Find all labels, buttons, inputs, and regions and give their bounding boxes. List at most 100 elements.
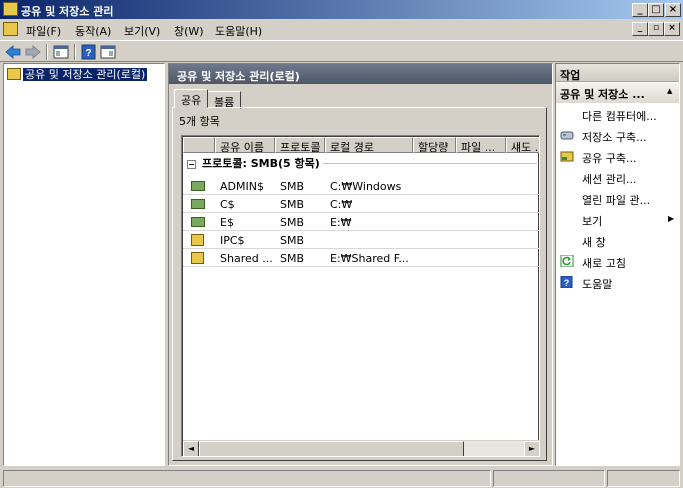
menu-file[interactable]: 파일(F) <box>26 23 61 39</box>
action-manage-sessions[interactable]: 세션 관리... <box>556 167 679 188</box>
group-label: 프로토콜: SMB(5 항목) <box>202 157 320 170</box>
cell-protocol: SMB <box>280 234 305 247</box>
action-view[interactable]: 보기 ▶ <box>556 209 679 230</box>
show-hide-console-tree-button[interactable] <box>52 44 70 60</box>
collapse-arrow-icon[interactable]: ▲ <box>667 87 672 95</box>
action-label: 저장소 구축... <box>582 131 647 144</box>
scroll-left-button[interactable]: ◄ <box>183 441 199 456</box>
action-provision-share[interactable]: 공유 구축... <box>556 146 679 167</box>
help-button[interactable]: ? <box>80 44 98 60</box>
horizontal-scrollbar[interactable]: ◄ ► <box>183 440 539 456</box>
share-icon <box>191 217 205 227</box>
action-label: 열린 파일 관... <box>582 194 651 207</box>
action-connect-other-computer[interactable]: 다른 컴퓨터에... <box>556 104 679 125</box>
action-label: 공유 구축... <box>582 152 637 165</box>
column-header-share-name[interactable]: 공유 이름 <box>215 137 275 153</box>
action-help[interactable]: ? 도움말 <box>556 272 679 293</box>
tab-shares[interactable]: 공유 <box>174 89 209 108</box>
cell-protocol: SMB <box>280 216 305 229</box>
table-row[interactable]: Shared ... SMB E:₩Shared F... <box>183 249 539 267</box>
action-label: 다른 컴퓨터에... <box>582 110 657 123</box>
refresh-icon <box>560 255 574 267</box>
share-storage-icon <box>7 68 21 80</box>
collapse-icon[interactable]: − <box>187 160 196 169</box>
group-header-smb[interactable]: − 프로토콜: SMB(5 항목) <box>187 155 320 171</box>
mdi-minimize-button[interactable]: _ <box>632 22 648 36</box>
action-label: 보기 <box>582 215 603 228</box>
mdi-close-button[interactable]: × <box>664 22 680 36</box>
tree-item-share-storage-management[interactable]: 공유 및 저장소 관리(로컬) <box>7 66 148 82</box>
submenu-arrow-icon: ▶ <box>668 214 675 223</box>
share-folder-icon <box>560 151 574 162</box>
status-segment <box>3 470 491 487</box>
tab-panel: 5개 항목 공유 이름 프로토콜 로컬 경로 할당량 파일 ... 섀도 ...… <box>172 107 547 461</box>
share-icon <box>191 181 205 191</box>
scroll-thumb[interactable] <box>199 441 464 456</box>
ipc-share-icon <box>191 234 204 246</box>
mdi-restore-button[interactable]: ▫ <box>648 22 664 36</box>
action-manage-open-files[interactable]: 열린 파일 관... <box>556 188 679 209</box>
cell-protocol: SMB <box>280 198 305 211</box>
menu-action[interactable]: 동작(A) <box>75 23 111 39</box>
shared-folder-icon <box>191 252 204 264</box>
table-row[interactable]: E$ SMB E:₩ <box>183 213 539 231</box>
cell-share-name: IPC$ <box>220 234 245 247</box>
actions-header: 작업 <box>556 64 679 82</box>
cell-share-name: C$ <box>220 198 235 211</box>
console-icon[interactable] <box>3 22 18 36</box>
table-row[interactable]: IPC$ SMB <box>183 231 539 249</box>
table-row[interactable]: C$ SMB C:₩ <box>183 195 539 213</box>
forward-arrow-icon <box>25 45 41 59</box>
forward-button[interactable] <box>24 44 42 60</box>
scroll-right-button[interactable]: ► <box>524 441 539 456</box>
show-hide-action-pane-icon <box>100 45 116 59</box>
status-bar <box>0 468 683 488</box>
column-header-quota[interactable]: 할당량 <box>413 137 456 153</box>
menu-help[interactable]: 도움말(H) <box>215 23 262 39</box>
restore-button[interactable]: □ <box>648 3 664 17</box>
show-hide-console-tree-icon <box>53 45 69 59</box>
status-segment <box>607 470 680 487</box>
action-label: 세션 관리... <box>582 173 637 186</box>
action-refresh[interactable]: 새로 고침 <box>556 251 679 272</box>
window-title: 공유 및 저장소 관리 <box>21 5 114 18</box>
svg-text:?: ? <box>85 48 91 59</box>
cell-share-name: E$ <box>220 216 234 229</box>
action-new-window[interactable]: 새 창 <box>556 230 679 251</box>
shares-list[interactable]: 공유 이름 프로토콜 로컬 경로 할당량 파일 ... 섀도 ... −프로토콜… <box>181 135 540 457</box>
close-button[interactable]: × <box>665 3 681 17</box>
actions-pane: 작업 공유 및 저장소 ... ▲ 다른 컴퓨터에... 저장소 구축... 공… <box>555 63 680 466</box>
minimize-button[interactable]: _ <box>632 3 648 17</box>
share-icon <box>191 199 205 209</box>
back-button[interactable] <box>4 44 22 60</box>
action-label: 새로 고침 <box>582 257 626 270</box>
shares-list-frame: 공유 이름 프로토콜 로컬 경로 할당량 파일 ... 섀도 ... −프로토콜… <box>182 136 539 456</box>
results-pane: 공유 및 저장소 관리(로컬) 공유 볼륨 5개 항목 공유 이름 프로토콜 로… <box>168 63 553 466</box>
actions-group-header[interactable]: 공유 및 저장소 ... ▲ <box>556 83 679 103</box>
menu-view[interactable]: 보기(V) <box>124 23 160 39</box>
column-header-shadow-copies[interactable]: 섀도 ... <box>506 137 539 153</box>
column-header-protocol[interactable]: 프로토콜 <box>275 137 325 153</box>
column-header-icon[interactable] <box>183 137 215 153</box>
table-row[interactable]: ADMIN$ SMB C:₩Windows <box>183 177 539 195</box>
actions-group-title: 공유 및 저장소 ... <box>560 88 645 101</box>
menu-bar: 파일(F) 동작(A) 보기(V) 창(W) 도움말(H) _ ▫ × <box>0 19 683 40</box>
toolbar: ? <box>0 40 683 62</box>
menu-window[interactable]: 창(W) <box>174 23 204 39</box>
help-icon: ? <box>81 44 96 60</box>
console-tree[interactable]: 공유 및 저장소 관리(로컬) <box>3 63 165 466</box>
column-header-file-screening[interactable]: 파일 ... <box>456 137 506 153</box>
column-header-local-path[interactable]: 로컬 경로 <box>325 137 413 153</box>
action-provision-storage[interactable]: 저장소 구축... <box>556 125 679 146</box>
cell-protocol: SMB <box>280 252 305 265</box>
cell-local-path: E:₩ <box>330 216 352 229</box>
app-icon[interactable] <box>3 2 18 16</box>
show-hide-action-pane-button[interactable] <box>99 44 117 60</box>
help-icon: ? <box>560 276 573 288</box>
cell-share-name: Shared ... <box>220 252 273 265</box>
status-segment <box>493 470 605 487</box>
svg-text:?: ? <box>564 278 570 288</box>
toolbar-separator <box>46 44 48 60</box>
cell-protocol: SMB <box>280 180 305 193</box>
back-arrow-icon <box>5 45 21 59</box>
